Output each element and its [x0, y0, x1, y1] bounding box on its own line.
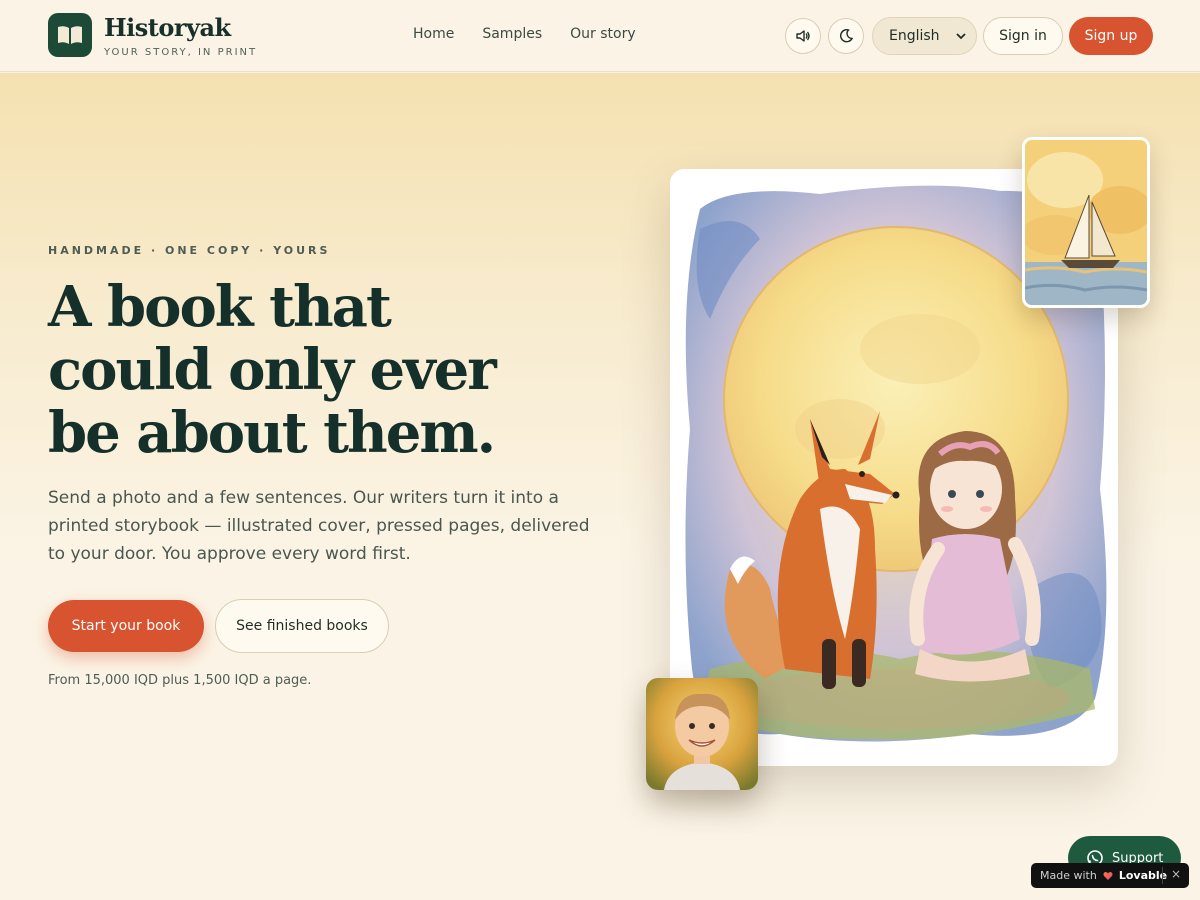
child-portrait: [646, 678, 758, 790]
headline-line: could only ever: [48, 337, 497, 403]
language-value: English: [889, 28, 940, 44]
language-select[interactable]: English: [872, 17, 977, 55]
nav-samples[interactable]: Samples: [482, 26, 542, 42]
start-your-book-button[interactable]: Start your book: [48, 600, 204, 652]
badge-divider: [1162, 867, 1163, 884]
sound-button[interactable]: [785, 18, 821, 54]
close-icon[interactable]: ×: [1171, 867, 1181, 881]
child-photo: [646, 678, 758, 790]
headline-line: A book that: [48, 274, 392, 340]
chevron-down-icon: [956, 33, 966, 40]
open-book-icon: [58, 26, 82, 44]
main-nav: Home Samples Our story: [413, 26, 664, 42]
sailboat-painting: [1022, 137, 1150, 308]
nav-our-story[interactable]: Our story: [570, 26, 636, 42]
lovable-brand: Lovable: [1118, 869, 1168, 882]
lovable-heart-icon: [1103, 871, 1113, 880]
hero-eyebrow: HANDMADE · ONE COPY · YOURS: [48, 244, 331, 257]
theme-toggle-button[interactable]: [828, 18, 864, 54]
see-finished-books-button[interactable]: See finished books: [215, 599, 389, 653]
hero-headline: A book that could only ever be about the…: [48, 276, 608, 465]
top-header: Historyak YOUR STORY, IN PRINT Home Samp…: [0, 0, 1200, 72]
made-with-badge[interactable]: Made with Lovable ×: [1031, 863, 1189, 888]
sailboat-illustration: [1025, 140, 1147, 305]
sign-up-button[interactable]: Sign up: [1069, 17, 1153, 55]
made-with-label: Made with: [1040, 869, 1097, 882]
price-note: From 15,000 IQD plus 1,500 IQD a page.: [48, 673, 312, 688]
headline-line: be about them.: [48, 400, 496, 466]
moon-icon: [840, 29, 854, 43]
nav-home[interactable]: Home: [413, 26, 454, 42]
speaker-icon: [796, 30, 810, 42]
sign-in-button[interactable]: Sign in: [983, 17, 1063, 55]
brand-name[interactable]: Historyak: [104, 13, 231, 42]
brand-tagline: YOUR STORY, IN PRINT: [104, 47, 258, 58]
logo-mark[interactable]: [48, 13, 92, 57]
hero-subtext: Send a photo and a few sentences. Our wr…: [48, 488, 590, 564]
